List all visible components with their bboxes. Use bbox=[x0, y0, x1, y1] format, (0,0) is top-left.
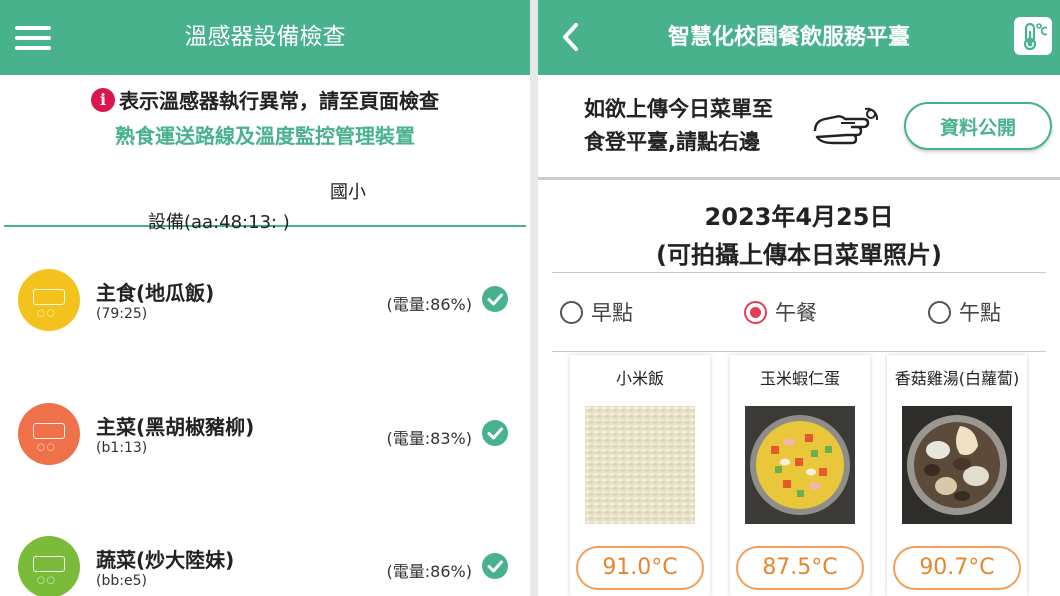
data-public-button[interactable]: 資料公開 bbox=[904, 102, 1052, 150]
date-section: 2023年4月25日 (可拍攝上傳本日菜單照片) bbox=[538, 180, 1060, 272]
sensor-item-staple[interactable]: ◯◯ 主食(地瓜飯) (79:25) (電量:86%) bbox=[18, 269, 508, 333]
dish-card[interactable]: 玉米蝦仁蛋 87.5°C bbox=[730, 355, 870, 596]
dish-photo bbox=[745, 406, 855, 524]
sensor-name: 主食(地瓜飯) bbox=[96, 281, 215, 305]
check-icon bbox=[482, 286, 508, 312]
sensor-mac: (b1:13) bbox=[96, 440, 148, 456]
upload-text-line2: 食登平臺,請點右邊 bbox=[584, 130, 760, 154]
thermometer-icon[interactable] bbox=[1014, 17, 1052, 55]
menu-upload-screen: 智慧化校園餐飲服務平臺 如欲上傳今日菜單至 食登平臺,請點右邊 資料公開 202… bbox=[538, 0, 1060, 596]
radio-selected-icon[interactable] bbox=[744, 300, 767, 324]
check-icon bbox=[482, 420, 508, 446]
dish-photo bbox=[902, 406, 1012, 524]
device-id: 設備(aa:48:13: ) bbox=[148, 212, 290, 233]
dish-temperature: 91.0°C bbox=[576, 546, 704, 590]
sensor-device-icon: ◯◯ bbox=[18, 269, 80, 331]
sensor-check-screen: 溫感器設備檢查 i 表示溫感器執行異常，請至頁面檢查 熟食運送路線及溫度監控管理… bbox=[0, 0, 530, 596]
divider bbox=[552, 351, 1046, 352]
page-title: 溫感器設備檢查 bbox=[184, 24, 346, 50]
dish-name: 小米飯 bbox=[615, 369, 664, 388]
dish-name: 香菇雞湯(白蘿蔔) bbox=[894, 369, 1020, 388]
menu-date: 2023年4月25日 bbox=[704, 203, 894, 231]
alert-info-icon: i bbox=[91, 87, 115, 112]
photo-upload-hint: (可拍攝上傳本日菜單照片) bbox=[656, 241, 942, 269]
meal-option-afternoon[interactable]: 午點 bbox=[928, 297, 1001, 327]
meal-option-lunch[interactable]: 午餐 bbox=[744, 297, 817, 327]
notice-text: 表示溫感器執行異常，請至頁面檢查 bbox=[119, 89, 439, 113]
dish-list: 小米飯 91.0°C 玉米蝦仁蛋 87.5°C 香菇雞湯(白蘿蔔) 90.7°C bbox=[570, 355, 1040, 596]
dish-photo bbox=[585, 406, 695, 524]
school-name: 國小 bbox=[330, 182, 366, 203]
notice-link[interactable]: 熟食運送路線及溫度監控管理裝置 bbox=[4, 120, 526, 149]
sensor-device-icon: ◯◯ bbox=[18, 403, 80, 465]
dish-name: 玉米蝦仁蛋 bbox=[759, 369, 840, 388]
sensor-item-main[interactable]: ◯◯ 主菜(黑胡椒豬柳) (b1:13) (電量:83%) bbox=[18, 403, 508, 467]
page-title: 智慧化校園餐飲服務平臺 bbox=[667, 25, 910, 50]
sensor-name: 蔬菜(炒大陸妹) bbox=[96, 548, 235, 572]
top-bar: 智慧化校園餐飲服務平臺 bbox=[538, 0, 1060, 75]
sensor-battery: (電量:86%) bbox=[386, 295, 472, 314]
upload-text-line1: 如欲上傳今日菜單至 bbox=[584, 97, 773, 121]
sensor-battery: (電量:86%) bbox=[386, 562, 472, 581]
dish-card[interactable]: 香菇雞湯(白蘿蔔) 90.7°C bbox=[887, 355, 1027, 596]
sensor-battery: (電量:83%) bbox=[386, 429, 472, 448]
sensor-device-icon: ◯◯ bbox=[18, 536, 80, 596]
pointing-hand-icon bbox=[811, 101, 881, 153]
dish-temperature: 87.5°C bbox=[736, 546, 864, 590]
sensor-name: 主菜(黑胡椒豬柳) bbox=[96, 415, 255, 439]
anomaly-notice: i 表示溫感器執行異常，請至頁面檢查 熟食運送路線及溫度監控管理裝置 bbox=[4, 75, 526, 227]
sensor-mac: (bb:e5) bbox=[96, 573, 147, 589]
radio-icon[interactable] bbox=[560, 300, 583, 324]
radio-icon[interactable] bbox=[928, 300, 951, 324]
sensor-mac: (79:25) bbox=[96, 306, 148, 322]
top-bar: 溫感器設備檢查 bbox=[0, 0, 530, 75]
sensor-item-vegetable[interactable]: ◯◯ 蔬菜(炒大陸妹) (bb:e5) (電量:86%) bbox=[18, 536, 508, 596]
check-icon bbox=[482, 553, 508, 579]
upload-prompt: 如欲上傳今日菜單至 食登平臺,請點右邊 資料公開 bbox=[538, 75, 1060, 180]
dish-temperature: 90.7°C bbox=[893, 546, 1021, 590]
meal-option-breakfast[interactable]: 早點 bbox=[560, 297, 633, 327]
meal-selector: 早點 午餐 午點 bbox=[538, 273, 1060, 351]
dish-card[interactable]: 小米飯 91.0°C bbox=[570, 355, 710, 596]
